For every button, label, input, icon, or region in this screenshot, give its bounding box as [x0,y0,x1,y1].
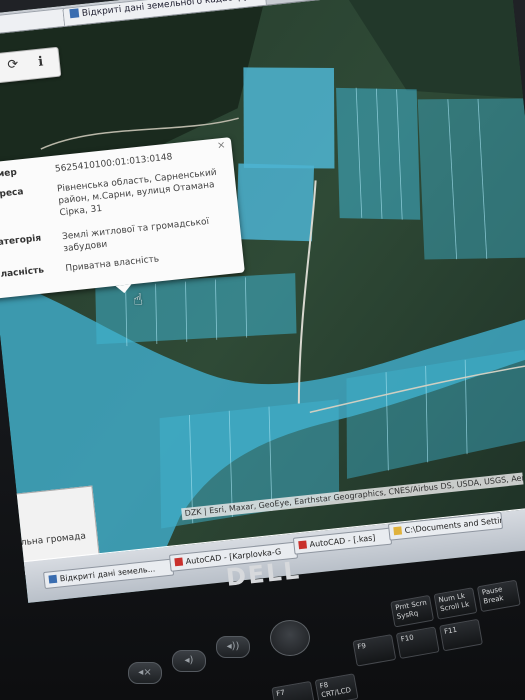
field-label: Номер [0,167,18,182]
volume-mute-button[interactable]: ◂× [128,662,162,684]
key-f8[interactable]: F8 CRT/LCD [314,673,359,700]
popup-pointer [115,284,133,294]
refresh-icon[interactable]: ⟳ [2,55,24,77]
taskbar-label: C:\Documents and Settin [404,515,504,536]
autocad-icon [174,557,184,567]
volume-up-button[interactable]: ◂)) [216,636,250,658]
key-f7[interactable]: F7 [271,680,316,700]
taskbar-item-browser[interactable]: Відкриті дані земель... [43,558,175,590]
volume-down-icon: ◂) [184,655,194,666]
volume-down-button[interactable]: ◂) [172,650,206,672]
taskbar-item-autocad[interactable]: AutoCAD - [.kas] [292,527,393,555]
side-panel-text: льна громада [20,531,87,549]
mute-icon: ◂× [138,667,152,678]
keyboard: Prnt Scrn SysRq Num Lk Scroll Lk Pause B… [271,578,525,700]
parcel-cluster[interactable] [408,88,525,269]
info-icon[interactable]: ℹ [30,52,52,74]
browser-icon [48,574,58,584]
taskbar-label: Відкриті дані земель... [59,564,156,584]
parcel-info-popup: × Номер 5625410100:01:013:0148 Адреса Рі… [0,137,245,300]
field-category: Категорія Землі житлової та громадської … [0,213,239,254]
key-label: F10 [400,633,415,644]
key-f11[interactable]: F11 [439,618,483,652]
hand-cursor-icon: ☝ [132,289,144,310]
volume-up-icon: ◂)) [226,641,240,652]
key-f9[interactable]: F9 [352,634,397,667]
key-f10[interactable]: F10 [395,626,440,659]
folder-icon [393,526,403,536]
screen: Відкриті дані земельного кадастру Україн… [0,0,525,603]
field-label: Категорія [0,233,42,249]
key-pause[interactable]: Pause Break [476,579,521,613]
field-value: Рівненська область, Сарненський район, м… [56,167,218,219]
parcel[interactable] [233,58,344,178]
power-button[interactable] [270,620,310,656]
parcel[interactable] [228,156,321,249]
key-numlk[interactable]: Num Lk Scroll Lk [433,587,478,620]
site-favicon-icon [69,8,80,19]
key-label: F9 [356,641,367,652]
taskbar-label: AutoCAD - [.kas] [309,533,376,550]
key-label: F7 [275,688,286,698]
autocad-icon [298,540,308,550]
field-label: Власність [0,265,45,281]
key-prntscrn[interactable]: Prnt Scrn SysRq [390,594,435,628]
field-label: Адреса [0,187,24,202]
parcel-cluster[interactable] [326,79,430,228]
laptop: Відкриті дані земельного кадастру Україн… [0,0,525,700]
key-label: F11 [443,625,458,636]
